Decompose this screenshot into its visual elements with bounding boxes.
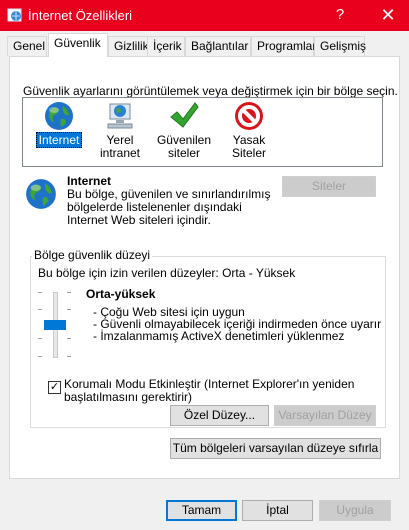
zone-label-line2: siteler bbox=[167, 146, 200, 160]
protected-mode-checkbox[interactable]: ✓ bbox=[48, 381, 61, 394]
slider-tick bbox=[67, 309, 71, 310]
zone-local-intranet[interactable]: Yerel intranet bbox=[86, 100, 154, 160]
globe-icon bbox=[24, 177, 58, 214]
level-bullet: - İmzalanmamış ActiveX denetimleri yükle… bbox=[93, 329, 345, 343]
protected-mode-label[interactable]: Korumalı Modu Etkinleştir (Internet Expl… bbox=[64, 378, 364, 404]
slider-tick bbox=[38, 309, 42, 310]
tab-programs[interactable]: Programlar bbox=[251, 36, 316, 56]
slider-tick bbox=[67, 356, 71, 357]
group-title: Bölge güvenlik düzeyi bbox=[32, 248, 153, 262]
slider-tick bbox=[67, 338, 71, 339]
tab-connections[interactable]: Bağlantılar bbox=[185, 36, 251, 56]
internet-options-icon bbox=[7, 7, 23, 23]
tab-privacy[interactable]: Gizlilik bbox=[108, 36, 149, 56]
zone-instruction: Güvenlik ayarlarını görüntülemek veya de… bbox=[23, 84, 398, 98]
slider-tick bbox=[38, 292, 42, 293]
reset-all-zones-button[interactable]: Tüm bölgeleri varsayılan düzeye sıfırla bbox=[170, 438, 381, 459]
ok-button[interactable]: Tamam bbox=[166, 500, 237, 521]
intranet-icon bbox=[86, 100, 154, 132]
zone-trusted-sites[interactable]: Güvenilen siteler bbox=[150, 100, 218, 160]
default-level-button[interactable]: Varsayılan Düzey bbox=[274, 405, 376, 426]
tab-content[interactable]: İçerik bbox=[147, 36, 185, 56]
zone-label: Internet bbox=[35, 132, 83, 148]
help-button[interactable]: ? bbox=[328, 3, 352, 27]
security-level-name: Orta-yüksek bbox=[86, 287, 156, 301]
sites-button[interactable]: Siteler bbox=[282, 176, 376, 197]
zone-internet[interactable]: Internet bbox=[25, 100, 93, 148]
window-title: İnternet Özellikleri bbox=[28, 8, 133, 23]
tab-security[interactable]: Güvenlik bbox=[48, 33, 108, 57]
selected-zone-title: Internet bbox=[67, 174, 112, 188]
zone-list: Internet Yerel intranet Güvenilen sitele… bbox=[22, 97, 383, 167]
tab-advanced[interactable]: Gelişmiş bbox=[314, 36, 366, 56]
check-icon bbox=[150, 100, 218, 132]
zone-restricted-sites[interactable]: Yasak Siteler bbox=[215, 100, 283, 160]
slider-tick bbox=[67, 292, 71, 293]
custom-level-button[interactable]: Özel Düzey... bbox=[170, 405, 269, 426]
restricted-icon bbox=[215, 100, 283, 132]
selected-zone-description: Bu bölge, güvenilen ve sınırlandırılmış … bbox=[67, 187, 271, 227]
zone-label-line2: intranet bbox=[99, 146, 141, 160]
apply-button[interactable]: Uygula bbox=[319, 500, 391, 521]
security-level-details: - Çoğu Web sitesi için uygun - Güvenli o… bbox=[93, 306, 381, 342]
allowed-levels-text: Bu bölge için izin verilen düzeyler: Ort… bbox=[38, 266, 296, 280]
title-bar: İnternet Özellikleri ? ✕ bbox=[0, 0, 409, 31]
cancel-button[interactable]: İptal bbox=[242, 500, 313, 521]
close-button[interactable]: ✕ bbox=[376, 3, 400, 27]
slider-tick bbox=[38, 356, 42, 357]
slider-tick bbox=[38, 338, 42, 339]
tab-general[interactable]: Genel bbox=[7, 36, 47, 56]
globe-icon bbox=[25, 100, 93, 132]
zone-label-line2: Siteler bbox=[231, 146, 266, 160]
slider-thumb[interactable] bbox=[44, 320, 66, 330]
